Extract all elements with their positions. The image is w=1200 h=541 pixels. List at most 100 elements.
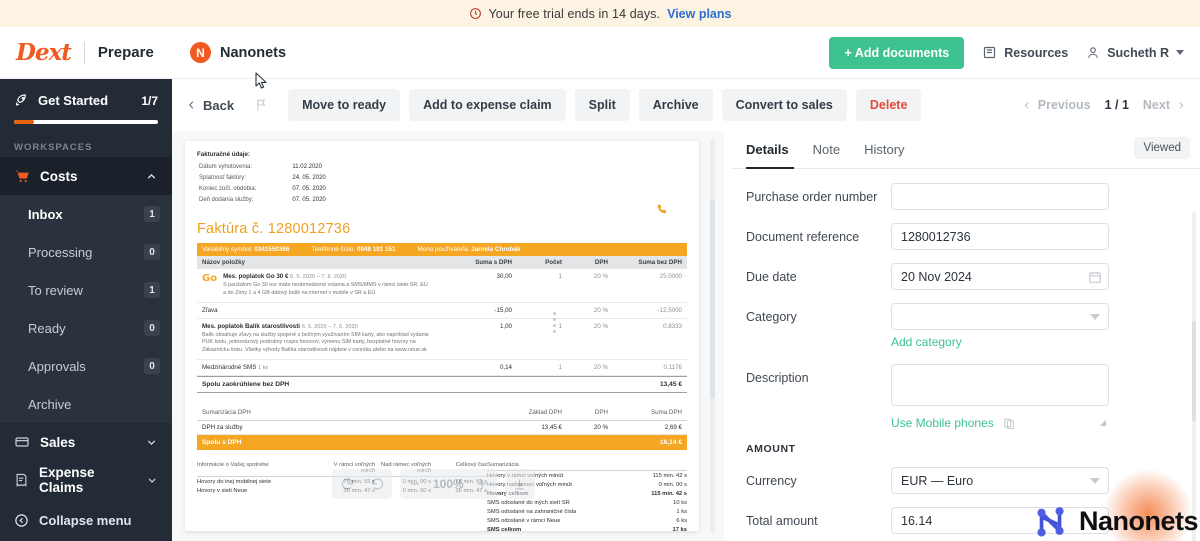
add-to-expense-claim-button[interactable]: Add to expense claim [409,89,566,121]
purchase-order-number-input[interactable] [891,183,1109,210]
invoice-orange-bar: Variabilný symbol: 0341550366 Telefónne … [197,243,687,256]
archive-button[interactable]: Archive [638,89,713,121]
amount-section-heading: AMOUNT [746,443,796,455]
chevron-up-icon [147,173,156,179]
summary-row-value: 1 ks [676,508,687,515]
row-vat: 20 % [593,306,608,314]
document-reference-input[interactable] [891,223,1109,250]
sidebar-item-approvals-label: Approvals [28,358,86,374]
vat-col-base: Základ DPH [528,409,562,417]
sidebar-group-sales[interactable]: Sales [0,423,172,461]
vat-row-amount: 2,69 € [664,424,682,432]
use-suggestion-link[interactable]: Use Mobile phones [891,416,994,430]
calendar-icon[interactable] [1088,270,1102,284]
sidebar-group-expense-claims[interactable]: Expense Claims [0,461,172,499]
get-started-label: Get Started [38,93,109,108]
details-scrollbar-thumb[interactable] [1192,321,1196,421]
orange-bar-value: 0948 191 151 [356,246,396,253]
move-to-ready-button[interactable]: Move to ready [288,89,401,121]
view-plans-link[interactable]: View plans [667,7,731,21]
download-group [504,469,535,499]
label-due-date: Due date [746,270,797,284]
previous-button[interactable]: Previous [1022,98,1091,112]
resources-link[interactable]: Resources [982,45,1068,60]
sidebar-item-ready-badge: 0 [144,320,160,336]
total-label: Spolu s DPH [202,439,242,447]
description-textarea[interactable] [891,364,1109,406]
currency-select[interactable] [891,467,1109,494]
sidebar-item-approvals[interactable]: Approvals 0 [0,347,172,385]
sidebar-item-ready[interactable]: Ready 0 [0,309,172,347]
clock-icon [469,8,481,19]
summary-row-value: 115 min. 42 s [652,472,687,479]
row-title: Mes. poplatok Go 30 € [223,273,289,280]
field-description: Description ◢ Use Mobile phones [746,364,1182,430]
chevron-down-icon[interactable] [1090,314,1100,320]
col-header-vat: DPH [594,259,608,266]
get-started-block[interactable]: Get Started 1/7 [0,79,172,124]
summary-row: SMS odoslané na zahraničné čísla 1 ks [487,507,687,516]
col-header-name: Názov položky [202,259,245,266]
action-toolbar: Back Move to ready Add to expense claim … [172,79,1200,131]
document-scrollbar[interactable] [710,139,715,533]
sidebar-item-processing[interactable]: Processing 0 [0,233,172,271]
panel-resize-handle[interactable] [553,312,556,333]
rotate-ccw-icon [371,477,383,490]
field-category: Category Add category [746,303,1182,351]
nanonets-watermark: Nanonets [1033,467,1199,541]
user-menu[interactable]: Sucheth R [1086,45,1184,60]
category-select[interactable] [891,303,1109,330]
next-button[interactable]: Next [1143,98,1186,112]
orange-bar-label: Variabilný symbol: [202,246,253,253]
tab-details[interactable]: Details [746,131,801,169]
add-category-link[interactable]: Add category [891,335,962,349]
chevron-left-circle-icon [15,513,28,527]
sidebar-item-archive[interactable]: Archive [0,385,172,423]
sidebar-item-inbox[interactable]: Inbox 1 [0,195,172,233]
sidebar-group-costs[interactable]: Costs [0,157,172,195]
split-button[interactable]: Split [574,89,630,121]
sidebar-item-archive-label: Archive [28,396,72,412]
chevron-down-icon[interactable] [1090,478,1100,484]
rotate-ccw-button[interactable] [362,469,392,499]
label-description: Description [746,371,809,385]
go-logo: Go [202,273,218,284]
summary-header: Sumarizácia [487,462,519,469]
summary-row-value: 17 ks [672,526,687,531]
zoom-in-button[interactable] [467,469,497,499]
vat-row-rate: 20 % [593,424,608,432]
row-vat: 20 % [593,364,608,372]
flag-button[interactable] [249,92,275,118]
summary-row-value: 6 ks [676,517,687,524]
copy-icon[interactable] [1002,417,1016,430]
tab-history[interactable]: History [852,131,916,169]
back-button[interactable]: Back [186,98,234,113]
due-date-input[interactable] [891,263,1109,290]
invoice-total-row: Spolu s DPH 16,14 € [197,435,687,451]
receipt-icon [16,473,27,487]
invoice-meta-value: 07. 05. 2020 [292,186,326,192]
add-documents-button[interactable]: + Add documents [829,36,965,69]
rotate-cw-button[interactable] [332,469,362,499]
orange-bar-label: Meno používateľa: [417,246,470,253]
tab-note[interactable]: Note [801,131,852,169]
download-button[interactable] [505,469,535,499]
delete-button[interactable]: Delete [855,89,922,121]
document-scrollbar-thumb[interactable] [710,199,715,399]
label-document-reference: Document reference [746,230,860,244]
vat-summary-row: DPH za služby 13,45 € 20 % 2,69 € [197,421,687,436]
field-due-date: Due date [746,263,1182,290]
workspace-selector[interactable]: N Nanonets [190,42,286,63]
zoom-out-button[interactable] [400,469,430,499]
chevron-left-icon [1024,101,1029,109]
workspaces-section-label: WORKSPACES [14,142,93,153]
viewer-controls: 100% [332,469,535,499]
document-viewer[interactable]: Fakturačné údaje: Dátum vyhotovenia: 11.0… [172,131,724,541]
convert-to-sales-button[interactable]: Convert to sales [721,89,847,121]
sidebar-item-to-review[interactable]: To review 1 [0,271,172,309]
vat-row-label: DPH za služby [202,424,243,432]
resize-grip-icon[interactable]: ◢ [1100,418,1106,427]
sidebar-item-inbox-label: Inbox [28,206,63,222]
collapse-menu-button[interactable]: Collapse menu [0,499,172,541]
usage-row-label: Hovory v sieti Neue [197,487,248,494]
